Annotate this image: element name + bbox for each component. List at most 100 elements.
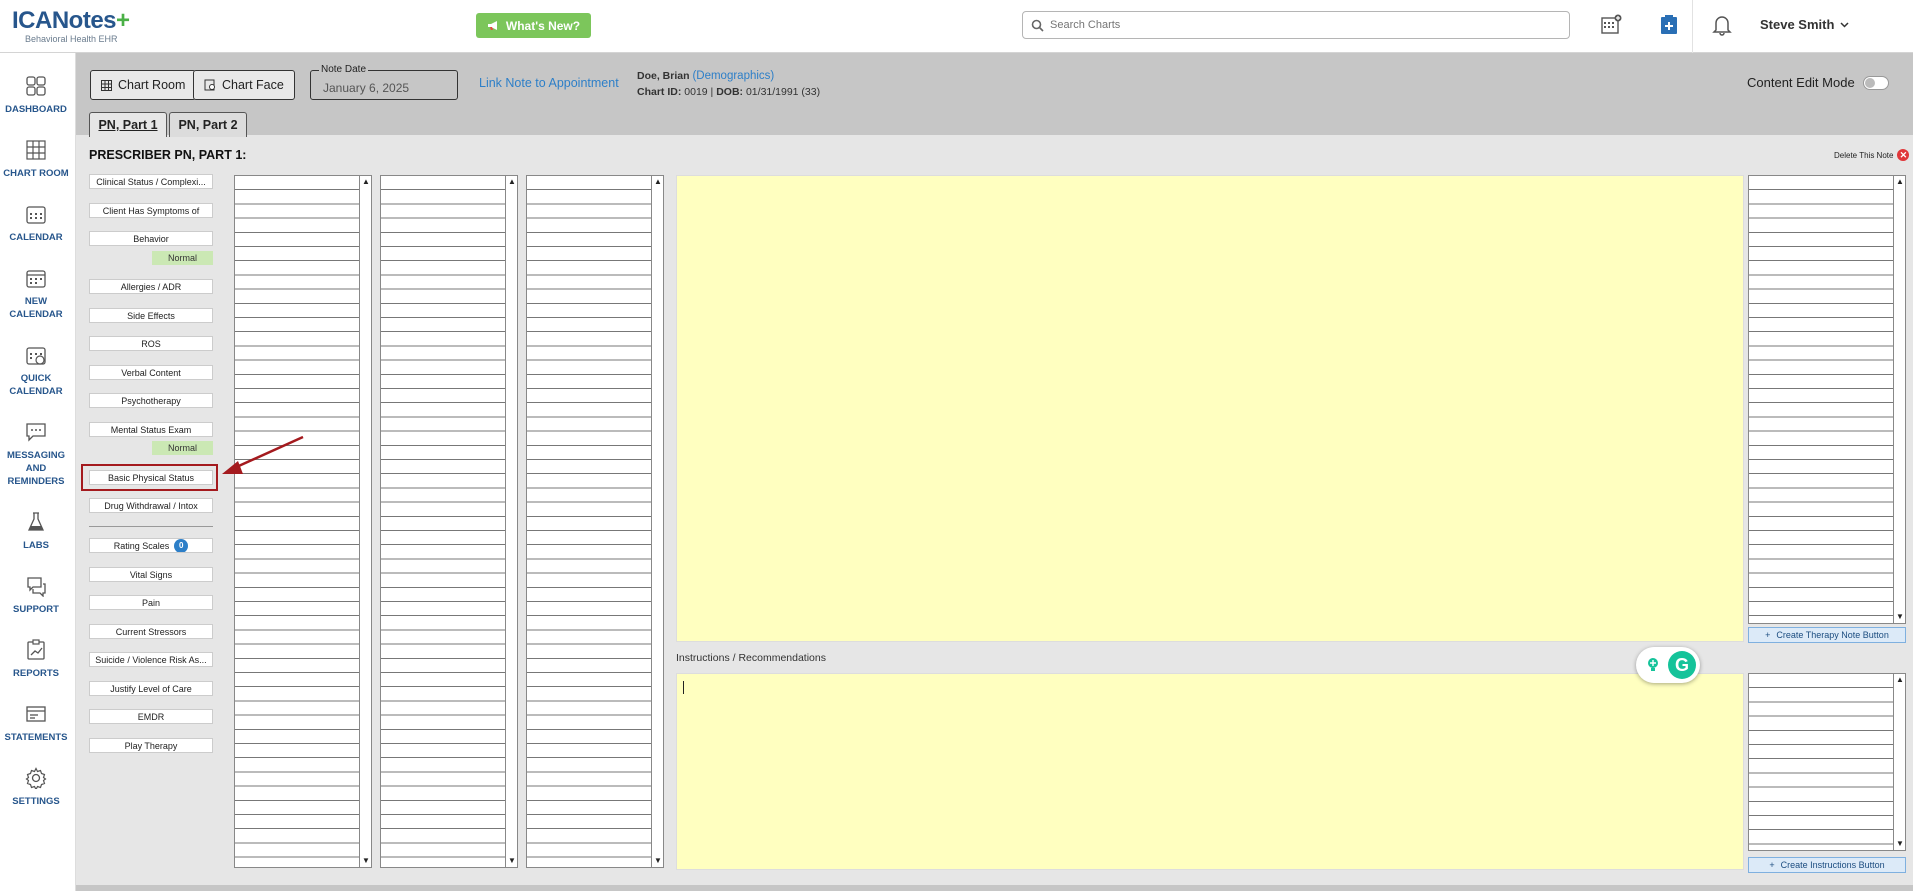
- note-date-value: January 6, 2025: [323, 81, 410, 95]
- chart-id: 0019: [684, 86, 708, 98]
- sidebar-item-calendar[interactable]: CALENDAR: [0, 203, 72, 244]
- scroll-down-icon[interactable]: ▼: [1895, 839, 1905, 849]
- user-menu[interactable]: Steve Smith: [1760, 17, 1849, 32]
- chart-face-button[interactable]: Chart Face: [193, 70, 295, 100]
- scrollbar[interactable]: ▲ ▼: [1893, 176, 1905, 623]
- megaphone-icon: [487, 21, 497, 30]
- grammarly-icon[interactable]: G: [1668, 651, 1696, 679]
- chart-room-button[interactable]: Chart Room: [90, 70, 197, 100]
- section-title: PRESCRIBER PN, PART 1:: [89, 148, 247, 162]
- category-behavior[interactable]: Behavior: [89, 231, 213, 246]
- scrollbar[interactable]: ▲ ▼: [1893, 674, 1905, 850]
- create-instructions-label: Create Instructions Button: [1780, 860, 1885, 870]
- category-allergies[interactable]: Allergies / ADR: [89, 279, 213, 294]
- chart-face-label: Chart Face: [222, 78, 284, 92]
- plus-icon: +: [1769, 860, 1775, 870]
- list-rows: [527, 176, 651, 867]
- list-rows: [381, 176, 505, 867]
- sidebar-item-settings[interactable]: SETTINGS: [0, 767, 72, 808]
- calendar-add-icon[interactable]: [1598, 12, 1624, 38]
- user-name: Steve Smith: [1760, 17, 1835, 32]
- tab-pn-part-2[interactable]: PN, Part 2: [169, 112, 247, 137]
- note-date-label: Note Date: [319, 64, 369, 75]
- calendar-icon: [26, 206, 46, 224]
- category-clinical-status[interactable]: Clinical Status / Complexi...: [89, 174, 213, 189]
- link-appointment-link[interactable]: Link Note to Appointment: [479, 76, 619, 90]
- demographics-link[interactable]: (Demographics): [692, 70, 774, 82]
- grid-icon: [101, 79, 112, 91]
- instructions-text-area[interactable]: [676, 673, 1744, 870]
- chart-room-label: Chart Room: [118, 78, 186, 92]
- create-instructions-button[interactable]: + Create Instructions Button: [1748, 857, 1906, 873]
- logo-subtitle: Behavioral Health EHR: [25, 34, 118, 44]
- search-box[interactable]: [1022, 11, 1570, 39]
- note-date-field[interactable]: Note Date January 6, 2025: [310, 64, 458, 100]
- scroll-down-icon[interactable]: ▼: [361, 856, 371, 866]
- whats-new-button[interactable]: What's New?: [476, 13, 591, 38]
- tab-pn-part-1[interactable]: PN, Part 1: [89, 112, 167, 137]
- scroll-up-icon[interactable]: ▲: [361, 177, 371, 187]
- scroll-up-icon[interactable]: ▲: [1895, 675, 1905, 685]
- sidebar-item-reports[interactable]: REPORTS: [0, 639, 72, 680]
- therapy-note-list[interactable]: ▲ ▼: [1748, 175, 1906, 624]
- mse-normal-button[interactable]: Normal: [152, 441, 213, 455]
- patient-name: Doe, Brian: [637, 70, 690, 82]
- phrase-list-1[interactable]: ▲ ▼: [234, 175, 372, 868]
- phrase-list-2[interactable]: ▲ ▼: [380, 175, 518, 868]
- sidebar-item-new-calendar[interactable]: NEW CALENDAR: [0, 267, 72, 321]
- scroll-up-icon[interactable]: ▲: [1895, 177, 1905, 187]
- sidebar-item-dashboard[interactable]: DASHBOARD: [0, 75, 72, 116]
- sidebar-item-chart-room[interactable]: CHART ROOM: [0, 139, 72, 180]
- category-drug-withdrawal[interactable]: Drug Withdrawal / Intox: [89, 498, 213, 513]
- search-input[interactable]: [1050, 19, 1530, 31]
- scroll-down-icon[interactable]: ▼: [1895, 612, 1905, 622]
- phrase-list-3[interactable]: ▲ ▼: [526, 175, 664, 868]
- category-side-effects[interactable]: Side Effects: [89, 308, 213, 323]
- scroll-up-icon[interactable]: ▲: [507, 177, 517, 187]
- scroll-up-icon[interactable]: ▲: [653, 177, 663, 187]
- scrollbar[interactable]: ▲ ▼: [359, 176, 371, 867]
- scrollbar[interactable]: ▲ ▼: [651, 176, 663, 867]
- sidebar-item-support[interactable]: SUPPORT: [0, 575, 72, 616]
- app-logo[interactable]: ICANotes+ Behavioral Health EHR: [12, 9, 130, 45]
- category-verbal-content[interactable]: Verbal Content: [89, 365, 213, 380]
- sidebar-label: QUICK CALENDAR: [9, 373, 63, 397]
- category-pain[interactable]: Pain: [89, 595, 213, 610]
- category-mental-status-exam[interactable]: Mental Status Exam: [89, 422, 213, 437]
- chart-plus-icon[interactable]: [1656, 12, 1682, 38]
- category-suicide-risk[interactable]: Suicide / Violence Risk As...: [89, 652, 213, 667]
- create-therapy-note-button[interactable]: + Create Therapy Note Button: [1748, 627, 1906, 643]
- category-current-stressors[interactable]: Current Stressors: [89, 624, 213, 639]
- bell-icon[interactable]: [1709, 12, 1735, 38]
- category-play-therapy[interactable]: Play Therapy: [89, 738, 213, 753]
- sidebar-label: LABS: [23, 540, 49, 551]
- instructions-label: Instructions / Recommendations: [676, 652, 826, 664]
- sidebar-item-messaging[interactable]: MESSAGING AND REMINDERS: [0, 421, 72, 488]
- main-area: Chart Room Chart Face Note Date January …: [76, 53, 1913, 891]
- category-psychotherapy[interactable]: Psychotherapy: [89, 393, 213, 408]
- chart-room-icon: [26, 140, 46, 160]
- top-bar: ICANotes+ Behavioral Health EHR What's N…: [0, 0, 1913, 53]
- instructions-list[interactable]: ▲ ▼: [1748, 673, 1906, 851]
- delete-note-button[interactable]: Delete This Note ✕: [1834, 149, 1910, 161]
- category-client-symptoms[interactable]: Client Has Symptoms of: [89, 203, 213, 218]
- category-emdr[interactable]: EMDR: [89, 709, 213, 724]
- note-text-area[interactable]: [676, 175, 1744, 642]
- scroll-down-icon[interactable]: ▼: [653, 856, 663, 866]
- category-justify-level-of-care[interactable]: Justify Level of Care: [89, 681, 213, 696]
- behavior-normal-button[interactable]: Normal: [152, 251, 213, 265]
- text-cursor: [683, 681, 684, 694]
- left-sidebar: DASHBOARD CHART ROOM CALENDAR NEW CALEND…: [0, 53, 76, 891]
- patient-info: Doe, Brian (Demographics) Chart ID: 0019…: [637, 68, 820, 100]
- grammarly-widget[interactable]: G: [1636, 647, 1700, 683]
- category-ros[interactable]: ROS: [89, 336, 213, 351]
- category-vital-signs[interactable]: Vital Signs: [89, 567, 213, 582]
- content-edit-toggle[interactable]: [1862, 75, 1889, 90]
- whats-new-label: What's New?: [505, 18, 581, 33]
- sidebar-item-statements[interactable]: STATEMENTS: [0, 703, 72, 744]
- scrollbar[interactable]: ▲ ▼: [505, 176, 517, 867]
- scroll-down-icon[interactable]: ▼: [507, 856, 517, 866]
- sidebar-item-quick-calendar[interactable]: QUICK CALENDAR: [0, 344, 72, 398]
- sidebar-item-labs[interactable]: LABS: [0, 511, 72, 552]
- category-rating-scales[interactable]: Rating Scales 0: [89, 538, 213, 553]
